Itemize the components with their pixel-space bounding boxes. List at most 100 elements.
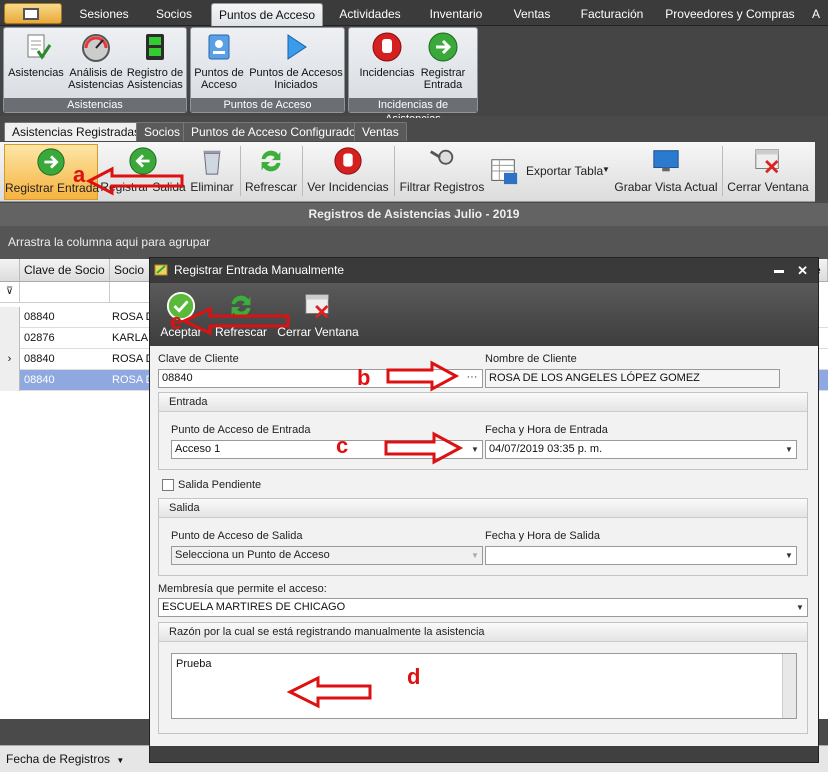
ribbon-group-label: Incidencias de Asistencias: [349, 98, 477, 125]
dialog-titlebar[interactable]: Registrar Entrada Manualmente ▬ ✕: [150, 258, 818, 283]
refresh-icon: [261, 150, 281, 172]
fecha-registros-dropdown[interactable]: Fecha de Registros: [6, 752, 110, 766]
row-indicator: [0, 307, 20, 328]
cell-socio: ROSA D: [112, 374, 154, 386]
filter-row-icon[interactable]: ⊽: [0, 282, 20, 303]
punto-entrada-value: Acceso 1: [175, 443, 221, 455]
annotation-arrow-d: [286, 675, 372, 709]
ellipsis-icon[interactable]: ···: [461, 370, 483, 387]
annotation-d: d: [407, 664, 421, 689]
chevron-down-icon: ▼: [602, 165, 610, 174]
tab-puntos-de-acceso[interactable]: Puntos de Acceso: [211, 3, 323, 26]
membresia-select[interactable]: ESCUELA MARTIRES DE CHICAGO ▼: [158, 598, 808, 617]
group-by-area[interactable]: Arrastra la columna aqui para agrupar: [0, 226, 828, 259]
ribbon: Asistencias Análisis de Asistencias Regi…: [0, 26, 828, 125]
grabar-vista-label: Grabar Vista Actual: [614, 180, 718, 194]
analisis-asistencias-button[interactable]: Análisis de Asistencias: [66, 31, 126, 91]
app-menu-button[interactable]: [4, 3, 62, 24]
eliminar-label: Eliminar: [190, 180, 234, 194]
toolbar-separator: [394, 146, 395, 196]
refrescar-button[interactable]: Refrescar: [244, 144, 298, 200]
registro-label: Registro de Asistencias: [126, 67, 184, 91]
grid-title: Registros de Asistencias Julio - 2019: [0, 203, 828, 226]
razon-textarea[interactable]: Prueba: [171, 653, 797, 719]
fecha-entrada-picker[interactable]: 04/07/2019 03:35 p. m. ▼: [485, 440, 797, 459]
tab-inventario[interactable]: Inventario: [420, 3, 492, 26]
filtrar-registros-button[interactable]: Filtrar Registros: [398, 144, 486, 200]
asistencias-icon: [27, 34, 52, 60]
fecha-salida-picker[interactable]: ▼: [485, 546, 797, 565]
subtab-asistencias[interactable]: Asistencias Registradas: [4, 122, 149, 141]
ribbon-group-puntos: Puntos de Acceso Puntos de Accesos Inici…: [190, 27, 345, 113]
trash-icon: [203, 150, 221, 175]
exportar-tabla-button[interactable]: Exportar Tabla ▼: [488, 144, 612, 200]
punto-salida-select[interactable]: Selecciona un Punto de Acceso ▼: [171, 546, 483, 565]
textarea-scrollbar[interactable]: [782, 654, 796, 718]
asistencias-button[interactable]: Asistencias: [6, 31, 66, 79]
gauge-icon: [82, 34, 110, 62]
tab-a[interactable]: A: [806, 3, 826, 26]
row-indicator: [0, 370, 20, 391]
device-icon: [146, 34, 164, 60]
annotation-arrow-b: [386, 360, 460, 392]
access-point-icon: [208, 34, 230, 60]
grid-corner: [0, 259, 20, 282]
play-icon: [287, 34, 307, 60]
puntos-iniciados-button[interactable]: Puntos de Accesos Iniciados: [247, 31, 345, 91]
column-header-clave[interactable]: Clave de Socio: [20, 259, 110, 282]
dialog-title: Registrar Entrada Manualmente: [174, 263, 345, 277]
salida-panel: Salida Punto de Acceso de Salida Selecci…: [158, 498, 808, 576]
ver-incidencias-button[interactable]: Ver Incidencias: [306, 144, 390, 200]
cell-clave: 08840: [24, 311, 55, 323]
chevron-down-icon: ▼: [471, 551, 479, 560]
fecha-entrada-value: 04/07/2019 03:35 p. m.: [489, 443, 603, 455]
registro-asistencias-button[interactable]: Registro de Asistencias: [124, 31, 186, 91]
main-menu-bar: Sesiones Socios Puntos de Acceso Activid…: [0, 0, 828, 26]
puntos-acceso-button[interactable]: Puntos de Acceso: [191, 31, 247, 91]
cerrar-ventana-button[interactable]: Cerrar Ventana: [726, 144, 810, 200]
nombre-cliente-field: ROSA DE LOS ANGELES LÓPEZ GOMEZ: [485, 369, 780, 388]
registrar-entrada-ribbon-button[interactable]: Registrar Entrada: [417, 31, 469, 91]
row-indicator: [0, 328, 20, 349]
toolbar-separator: [722, 146, 723, 196]
grabar-vista-button[interactable]: Grabar Vista Actual: [614, 144, 718, 200]
maximize-icon[interactable]: ▬: [774, 258, 784, 283]
tab-sesiones[interactable]: Sesiones: [70, 3, 138, 26]
close-icon[interactable]: ✕: [797, 258, 808, 283]
filtrar-registros-label: Filtrar Registros: [399, 180, 485, 194]
tab-actividades[interactable]: Actividades: [330, 3, 410, 26]
annotation-e: e: [170, 309, 183, 334]
chevron-down-icon: ▼: [785, 445, 793, 454]
tab-socios[interactable]: Socios: [145, 3, 203, 26]
ribbon-group-asistencias: Asistencias Análisis de Asistencias Regi…: [3, 27, 187, 113]
eliminar-button[interactable]: Eliminar: [188, 144, 236, 200]
razon-value: Prueba: [176, 658, 212, 670]
incidencias-label: Incidencias: [359, 67, 415, 79]
tab-proveedores[interactable]: Proveedores y Compras: [660, 3, 800, 26]
annotation-arrow-c: [384, 431, 464, 465]
fecha-entrada-label: Fecha y Hora de Entrada: [485, 424, 608, 436]
subtab-ventas[interactable]: Ventas: [354, 122, 407, 141]
dialog-body: Clave de Cliente 08840 ··· Nombre de Cli…: [150, 346, 818, 746]
membresia-label: Membresía que permite el acceso:: [158, 583, 327, 595]
tab-ventas[interactable]: Ventas: [500, 3, 564, 26]
chevron-down-icon: ▼: [785, 551, 793, 560]
ribbon-group-label: Puntos de Acceso: [191, 98, 344, 112]
current-row-chevron-icon: ›: [0, 349, 20, 370]
subtab-socios[interactable]: Socios: [136, 122, 189, 141]
salida-pendiente-checkbox[interactable]: [162, 479, 174, 491]
punto-entrada-label: Punto de Acceso de Entrada: [171, 424, 311, 436]
razon-panel-title: Razón por la cual se está registrando ma…: [159, 623, 807, 642]
close-window-icon: [305, 294, 329, 319]
asistencias-label: Asistencias: [8, 67, 64, 79]
ver-incidencias-label: Ver Incidencias: [307, 180, 389, 194]
monitor-icon: [653, 150, 679, 172]
clave-cliente-label: Clave de Cliente: [158, 353, 239, 365]
incidencias-button[interactable]: Incidencias: [353, 31, 421, 79]
subtab-puntos-configurados[interactable]: Puntos de Acceso Configurados: [183, 122, 370, 141]
filter-cell-clave[interactable]: [20, 282, 110, 303]
entrada-panel: Entrada Punto de Acceso de Entrada Acces…: [158, 392, 808, 470]
punto-salida-value: Selecciona un Punto de Acceso: [175, 549, 330, 561]
tab-facturacion[interactable]: Facturación: [572, 3, 652, 26]
cell-socio: ROSA D: [112, 311, 154, 323]
